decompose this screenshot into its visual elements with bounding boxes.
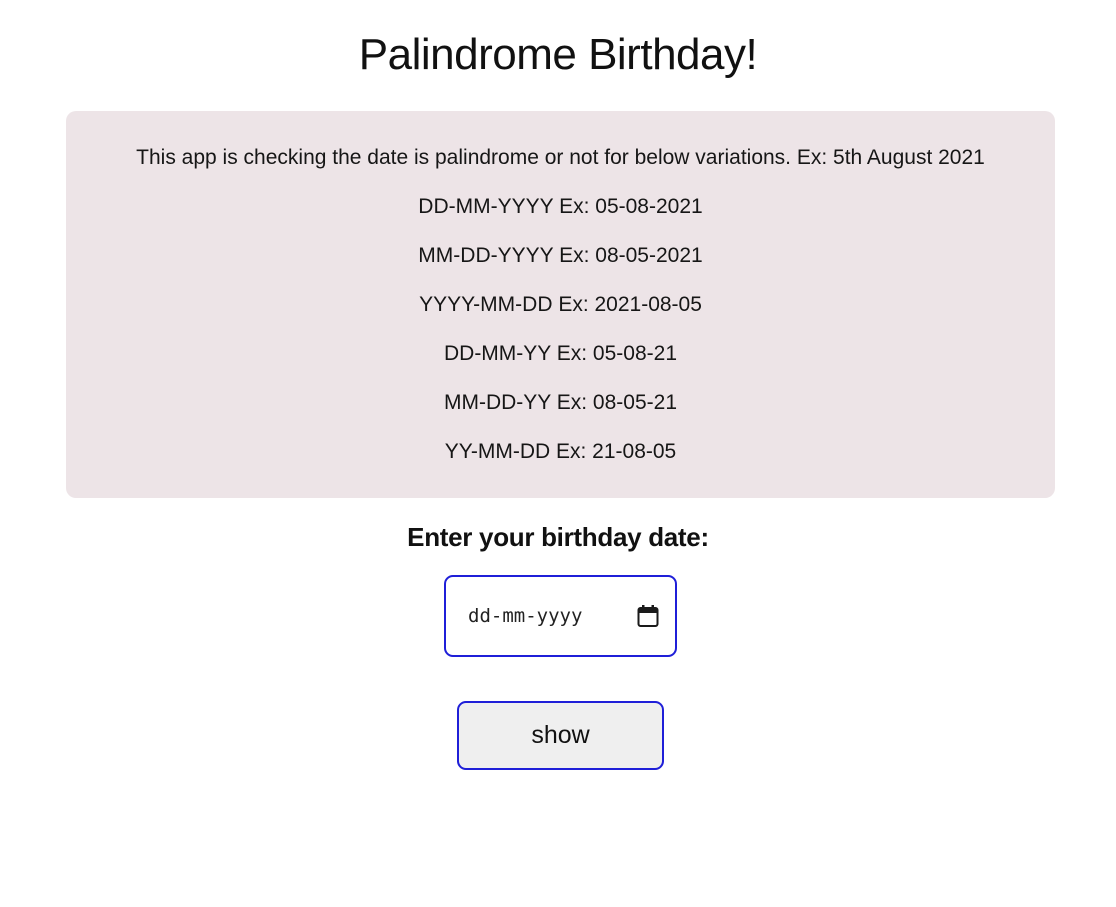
info-panel: This app is checking the date is palindr… (66, 111, 1055, 498)
info-format-ddmmyyyy: DD-MM-YYYY Ex: 05-08-2021 (418, 195, 703, 218)
birthday-date-input[interactable]: dd-mm-yyyy (444, 575, 677, 657)
calendar-icon[interactable] (637, 604, 659, 628)
info-format-yymmdd: YY-MM-DD Ex: 21-08-05 (444, 440, 677, 463)
show-button[interactable]: show (457, 701, 664, 770)
info-format-yyyymmdd: YYYY-MM-DD Ex: 2021-08-05 (419, 293, 702, 316)
date-input-placeholder: dd-mm-yyyy (468, 605, 583, 627)
page-title: Palindrome Birthday! (358, 30, 758, 79)
birthday-prompt-label: Enter your birthday date: (407, 522, 709, 552)
info-format-mmddyyyy: MM-DD-YYYY Ex: 08-05-2021 (418, 244, 703, 267)
page: Palindrome Birthday! This app is checkin… (0, 0, 1116, 907)
info-format-ddmmyy: DD-MM-YY Ex: 05-08-21 (443, 342, 677, 365)
info-description: This app is checking the date is palindr… (136, 146, 985, 169)
info-format-mmddyy: MM-DD-YY Ex: 08-05-21 (443, 391, 677, 414)
